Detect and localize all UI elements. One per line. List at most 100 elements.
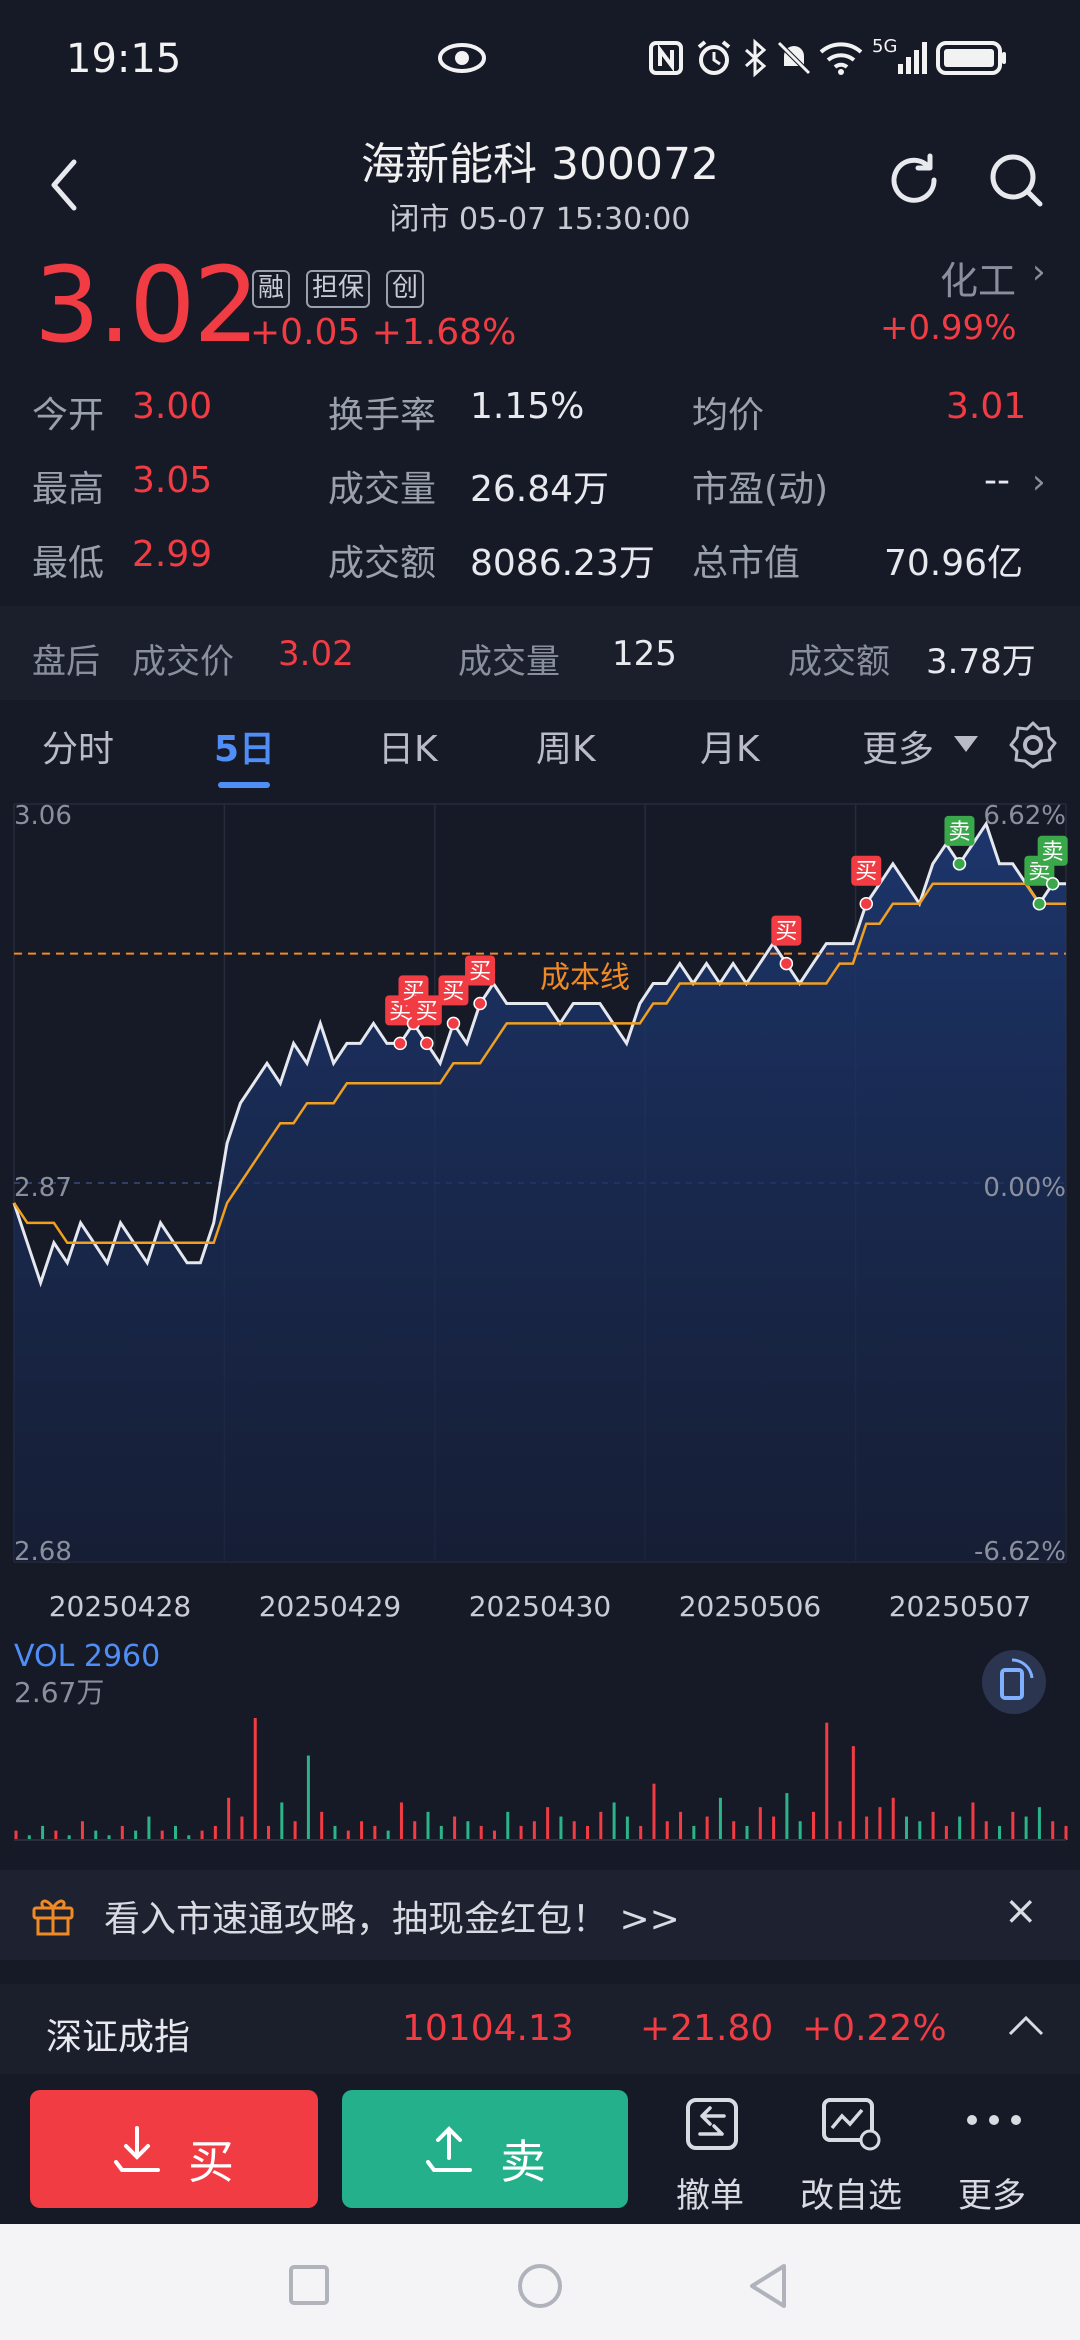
volume-bar xyxy=(293,1821,297,1840)
volume-bar xyxy=(532,1821,536,1840)
volume-bar xyxy=(453,1816,457,1840)
stat-label: 最高 xyxy=(32,469,105,510)
buy-button[interactable]: 买 xyxy=(30,2090,318,2208)
more-label[interactable]: 更多 xyxy=(958,2168,1026,2217)
status-time: 19:15 xyxy=(66,36,182,82)
price-area xyxy=(14,823,1066,1562)
stat-value: 8086.23万 xyxy=(470,543,655,584)
volume-bar xyxy=(320,1811,324,1840)
volume-bar xyxy=(825,1722,829,1840)
volume-bar xyxy=(665,1821,669,1840)
buy-arrow-icon xyxy=(114,2126,160,2172)
status-bar: 19:15 5G xyxy=(0,0,1080,120)
volume-bar xyxy=(160,1830,164,1840)
close-icon[interactable]: × xyxy=(1004,1888,1038,1934)
index-ticker[interactable]: 深证成指 10104.13 +21.80 +0.22% xyxy=(0,1984,1080,2074)
stat-label: 成交量 xyxy=(328,469,437,510)
refresh-icon[interactable] xyxy=(884,150,944,210)
marker-dot xyxy=(859,896,874,911)
marker-label: 买 xyxy=(416,999,438,1024)
watchlist-label[interactable]: 改自选 xyxy=(800,2168,902,2217)
search-icon[interactable] xyxy=(986,150,1046,210)
volume-bar xyxy=(134,1830,138,1840)
cancel-order-icon[interactable] xyxy=(682,2094,742,2154)
volume-bar xyxy=(586,1825,590,1840)
x-label: 20250428 xyxy=(49,1590,192,1623)
volume-bar xyxy=(267,1825,271,1840)
recents-icon[interactable] xyxy=(288,2264,330,2306)
gift-icon xyxy=(32,1899,74,1936)
chevron-up-icon[interactable] xyxy=(1006,2010,1046,2040)
after-hours-bar: 盘后 成交价 3.02 成交量 125 成交额 3.78万 xyxy=(0,606,1080,700)
caret-down-icon[interactable] xyxy=(952,730,980,758)
page-title: 海新能科 300072 xyxy=(361,139,719,190)
after-amt-value: 3.78万 xyxy=(926,642,1036,682)
stat-value: 3.01 xyxy=(946,386,1027,427)
volume-bar xyxy=(439,1825,443,1840)
volume-bar xyxy=(466,1821,470,1840)
price-chart[interactable]: 成本线 买买买买买买买卖卖卖 3.06 2.87 2.68 6.62% 0.00… xyxy=(0,794,1080,1634)
nfc-icon xyxy=(649,41,683,75)
x-label: 20250429 xyxy=(259,1590,402,1623)
back-icon[interactable] xyxy=(40,150,90,220)
chevron-right-icon[interactable]: › xyxy=(1032,252,1046,292)
volume-bar xyxy=(891,1797,895,1840)
back-nav-icon[interactable] xyxy=(746,2262,790,2310)
chevron-right-icon[interactable]: › xyxy=(1032,462,1046,502)
industry-link[interactable]: 化工 xyxy=(940,250,1016,305)
price-change: +0.05 +1.68% xyxy=(250,312,517,353)
more-icon[interactable] xyxy=(962,2108,1026,2132)
volume-bar xyxy=(213,1825,217,1840)
tab-more[interactable]: 更多 xyxy=(862,720,934,772)
volume-bar xyxy=(718,1797,722,1840)
wifi-icon xyxy=(819,42,863,75)
tab-intraday[interactable]: 分时 xyxy=(42,720,114,772)
stat-value: 3.00 xyxy=(132,386,213,427)
tab-weekly-k[interactable]: 周K xyxy=(536,720,596,772)
volume-bar xyxy=(1024,1816,1028,1840)
volume-bar xyxy=(360,1821,364,1840)
index-pct: +0.22% xyxy=(802,2008,947,2049)
stat-label: 总市值 xyxy=(692,543,801,584)
tab-monthly-k[interactable]: 月K xyxy=(700,720,760,772)
rotate-screen-icon[interactable] xyxy=(982,1650,1046,1714)
home-icon[interactable] xyxy=(516,2262,564,2310)
volume-bar xyxy=(785,1793,789,1840)
volume-bar xyxy=(652,1783,656,1840)
volume-bar xyxy=(679,1811,683,1840)
watchlist-icon[interactable] xyxy=(820,2094,884,2154)
volume-bar xyxy=(147,1816,151,1840)
index-change: +21.80 xyxy=(640,2008,774,2049)
stat-label: 均价 xyxy=(692,395,765,436)
stat-label[interactable]: 市盈(动) xyxy=(692,460,828,512)
marker-label: 买 xyxy=(469,959,491,984)
tab-daily-k[interactable]: 日K xyxy=(378,720,438,772)
volume-bar xyxy=(692,1825,696,1840)
volume-bar xyxy=(227,1797,231,1840)
volume-chart[interactable]: VOL 2960 2.67万 xyxy=(0,1630,1080,1850)
tag-margin: 融 xyxy=(252,270,291,308)
tag-chinext: 创 xyxy=(386,270,425,308)
cancel-order-label[interactable]: 撤单 xyxy=(676,2168,744,2217)
tab-5day[interactable]: 5日 xyxy=(214,720,275,772)
x-label: 20250507 xyxy=(889,1590,1032,1623)
marker-label: 买 xyxy=(442,979,464,1004)
y-pct-bottom: -6.62% xyxy=(974,1537,1066,1567)
current-price: 3.02 xyxy=(34,244,260,366)
volume-bar xyxy=(705,1816,709,1840)
index-name: 深证成指 xyxy=(46,2017,191,2058)
volume-bar xyxy=(612,1802,616,1840)
sell-button[interactable]: 卖 xyxy=(342,2090,628,2208)
marker-label: 卖 xyxy=(948,820,970,845)
network-type: 5G xyxy=(872,36,898,57)
gear-icon[interactable] xyxy=(1008,720,1058,770)
volume-bar xyxy=(280,1802,284,1840)
volume-bar xyxy=(94,1830,98,1840)
volume-bar xyxy=(998,1825,1002,1840)
banner-text[interactable]: 看入市速通攻略，抽现金红包！ >> xyxy=(104,1890,680,1942)
volume-bar xyxy=(838,1821,842,1840)
eye-icon xyxy=(438,43,486,73)
after-amt-label: 成交额 xyxy=(788,642,890,682)
mute-icon xyxy=(777,41,811,75)
volume-bar xyxy=(546,1807,550,1840)
